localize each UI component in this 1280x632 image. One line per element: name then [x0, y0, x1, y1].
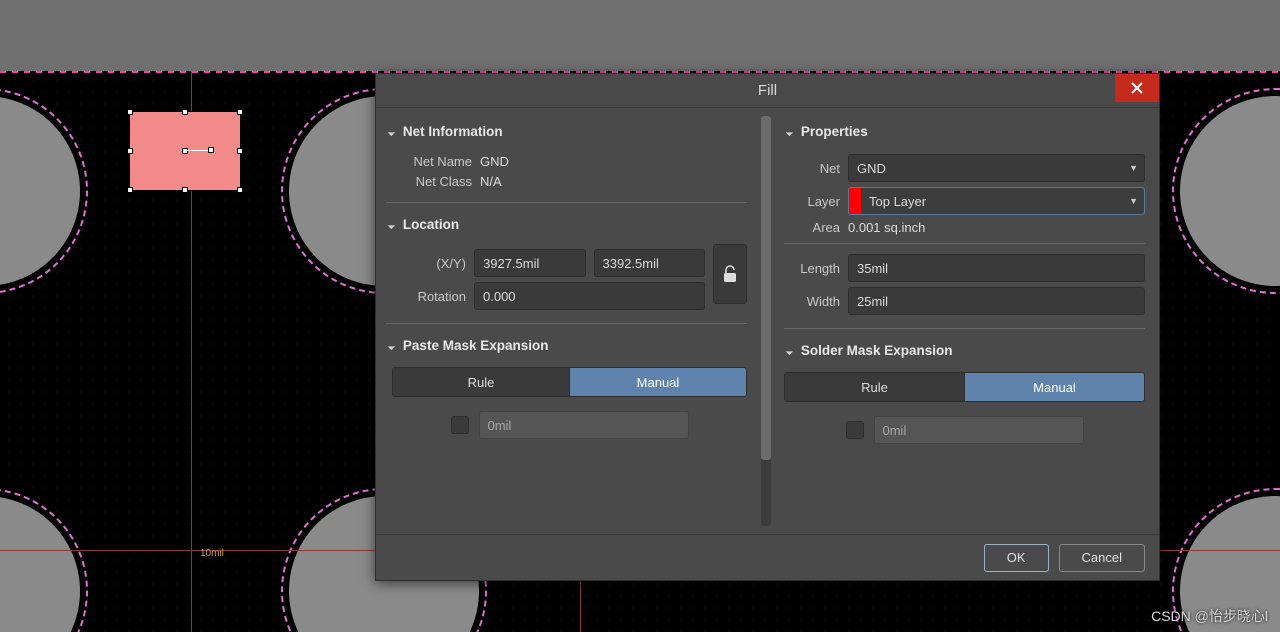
close-button[interactable] [1115, 74, 1159, 102]
solder-mask-manual-button[interactable]: Manual [965, 373, 1144, 401]
watermark: CSDN @怡步晓心l [1151, 606, 1268, 626]
length-label: Length [784, 261, 840, 276]
net-name-label: Net Name [396, 154, 472, 169]
net-label: Net [784, 161, 840, 176]
app-toolbar [0, 0, 1280, 71]
section-net-information[interactable]: Net Information [386, 120, 747, 147]
ok-button[interactable]: OK [984, 544, 1049, 572]
solder-mask-value-input[interactable]: 0mil [874, 416, 1084, 444]
xy-label: (X/Y) [396, 256, 466, 271]
paste-mask-rule-button[interactable]: Rule [393, 368, 570, 396]
dialog-title: Fill [758, 82, 777, 99]
layer-color-swatch [849, 188, 861, 214]
scrollbar-thumb[interactable] [761, 116, 771, 460]
left-column: Net Information Net Name GND Net Class N… [376, 108, 761, 534]
close-icon [1131, 82, 1143, 94]
chevron-down-icon: ▼ [1129, 163, 1138, 173]
fill-dialog: Fill Net Information Net Name GND Net Cl… [375, 73, 1160, 581]
chevron-down-icon: ▼ [1129, 196, 1138, 206]
paste-mask-mode: Rule Manual [392, 367, 747, 397]
width-input[interactable]: 25mil [848, 287, 1145, 315]
section-properties[interactable]: Properties [784, 120, 1145, 147]
section-solder-mask-expansion[interactable]: Solder Mask Expansion [784, 339, 1145, 366]
section-paste-mask-expansion[interactable]: Paste Mask Expansion [386, 334, 747, 361]
rotation-label: Rotation [396, 289, 466, 304]
net-class-label: Net Class [396, 174, 472, 189]
x-input[interactable]: 3927.5mil [474, 249, 586, 277]
area-value: 0.001 sq.inch [848, 220, 925, 235]
net-class-value: N/A [480, 174, 502, 189]
solder-mask-rule-button[interactable]: Rule [785, 373, 965, 401]
paste-mask-value-input[interactable]: 0mil [479, 411, 689, 439]
ruler-tick-label: 10mil [200, 548, 224, 559]
solder-mask-checkbox[interactable] [846, 421, 864, 439]
section-location[interactable]: Location [386, 213, 747, 240]
layer-label: Layer [784, 194, 840, 209]
area-label: Area [784, 220, 840, 235]
solder-mask-mode: Rule Manual [784, 372, 1145, 402]
unlock-icon [722, 265, 738, 283]
selected-fill-object[interactable] [130, 112, 240, 190]
lock-button[interactable] [713, 244, 747, 304]
dialog-footer: OK Cancel [376, 534, 1159, 580]
right-column: Properties Net GND ▼ Layer Top Layer ▼ [774, 108, 1159, 534]
net-name-value: GND [480, 154, 509, 169]
dialog-titlebar[interactable]: Fill [376, 74, 1159, 108]
width-label: Width [784, 294, 840, 309]
paste-mask-checkbox[interactable] [451, 416, 469, 434]
scrollbar[interactable] [761, 116, 771, 526]
rotation-input[interactable]: 0.000 [474, 282, 705, 310]
y-input[interactable]: 3392.5mil [594, 249, 706, 277]
layer-dropdown[interactable]: Top Layer ▼ [848, 187, 1145, 215]
length-input[interactable]: 35mil [848, 254, 1145, 282]
cancel-button[interactable]: Cancel [1059, 544, 1145, 572]
net-dropdown[interactable]: GND ▼ [848, 154, 1145, 182]
paste-mask-manual-button[interactable]: Manual [570, 368, 746, 396]
